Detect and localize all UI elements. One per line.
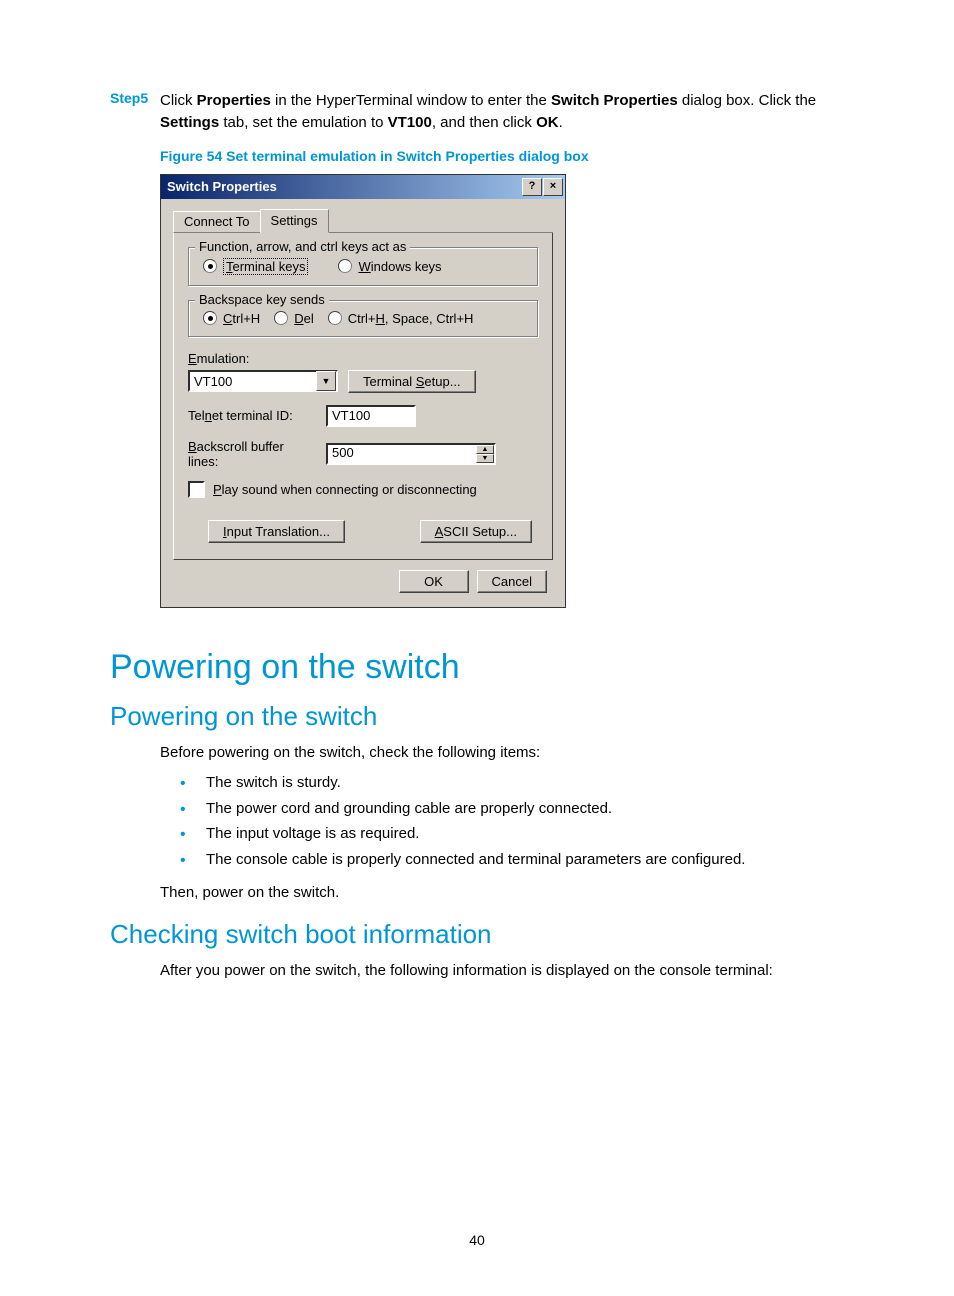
t: tab, set the emulation to	[219, 114, 387, 131]
radio-label: Ctrl+H, Space, Ctrl+H	[348, 311, 474, 326]
radio-icon	[274, 311, 288, 325]
list-item: The input voltage is as required.	[180, 821, 854, 847]
spinner-up-icon[interactable]: ▲	[476, 445, 494, 454]
spinner-value: 500	[332, 445, 354, 463]
backscroll-label: Backscroll buffer lines:	[188, 439, 316, 469]
t: in the HyperTerminal window to enter the	[271, 92, 551, 109]
tab-spacer	[329, 211, 553, 233]
input-translation-button[interactable]: Input Translation...	[208, 520, 345, 543]
figure-caption: Figure 54 Set terminal emulation in Swit…	[160, 148, 854, 164]
heading-1: Powering on the switch	[110, 648, 854, 687]
radio-terminal-keys[interactable]: Terminal keys	[203, 258, 308, 275]
t: OK	[536, 114, 559, 131]
radio-icon	[203, 311, 217, 325]
step-number: Step5	[110, 90, 160, 106]
backscroll-spinner[interactable]: 500 ▲ ▼	[326, 443, 496, 465]
button-label: Cancel	[492, 574, 532, 589]
after-text: After you power on the switch, the follo…	[160, 960, 854, 983]
telnet-id-label: Telnet terminal ID:	[188, 408, 316, 423]
t: Properties	[197, 92, 271, 109]
heading-2-powering: Powering on the switch	[110, 701, 854, 732]
dialog-titlebar: Switch Properties ? ×	[161, 175, 565, 199]
dialog-title: Switch Properties	[167, 179, 277, 194]
tab-settings[interactable]: Settings	[260, 209, 329, 233]
settings-panel: Function, arrow, and ctrl keys act as Te…	[173, 232, 553, 560]
then-text: Then, power on the switch.	[160, 882, 854, 905]
switch-properties-dialog: Switch Properties ? × Connect To Setting…	[160, 174, 566, 608]
t: Click	[160, 92, 197, 109]
tab-label: Settings	[271, 213, 318, 228]
t: VT100	[388, 114, 432, 131]
ascii-setup-button[interactable]: ASCII Setup...	[420, 520, 532, 543]
keys-act-as-group: Function, arrow, and ctrl keys act as Te…	[188, 247, 538, 286]
radio-del[interactable]: Del	[274, 311, 314, 326]
page-number: 40	[0, 1232, 954, 1248]
step-text: Click Properties in the HyperTerminal wi…	[160, 90, 854, 134]
tab-strip: Connect To Settings	[173, 209, 553, 233]
radio-label: Terminal keys	[223, 258, 308, 275]
list-item: The switch is sturdy.	[180, 770, 854, 796]
group-legend: Backspace key sends	[195, 292, 329, 307]
ok-button[interactable]: OK	[399, 570, 469, 593]
t: dialog box. Click the	[678, 92, 816, 109]
chevron-down-icon: ▼	[316, 371, 336, 391]
radio-label: Del	[294, 311, 314, 326]
check-list: The switch is sturdy. The power cord and…	[180, 770, 854, 872]
radio-icon	[338, 259, 352, 273]
radio-label: Windows keys	[358, 259, 441, 274]
cancel-button[interactable]: Cancel	[477, 570, 547, 593]
input-value: VT100	[332, 408, 370, 423]
heading-2-checking: Checking switch boot information	[110, 919, 854, 950]
tab-label: Connect To	[184, 214, 250, 229]
emulation-label: Emulation:	[188, 351, 538, 366]
spinner-down-icon[interactable]: ▼	[476, 454, 494, 463]
button-label: OK	[424, 574, 443, 589]
t: , and then click	[432, 114, 536, 131]
t: Settings	[160, 114, 219, 131]
list-item: The power cord and grounding cable are p…	[180, 796, 854, 822]
play-sound-checkbox[interactable]	[188, 481, 205, 498]
telnet-id-input[interactable]: VT100	[326, 405, 416, 427]
step5-instruction: Step5 Click Properties in the HyperTermi…	[110, 90, 854, 134]
t: Switch Properties	[551, 92, 678, 109]
intro-text: Before powering on the switch, check the…	[160, 742, 854, 765]
radio-ctrl-h-space[interactable]: Ctrl+H, Space, Ctrl+H	[328, 311, 474, 326]
list-item: The console cable is properly connected …	[180, 847, 854, 873]
radio-icon	[328, 311, 342, 325]
radio-label: Ctrl+H	[223, 311, 260, 326]
select-value: VT100	[194, 374, 232, 389]
terminal-setup-button[interactable]: Terminal Setup...	[348, 370, 476, 393]
close-button[interactable]: ×	[543, 178, 563, 196]
play-sound-label: Play sound when connecting or disconnect…	[213, 482, 477, 497]
group-legend: Function, arrow, and ctrl keys act as	[195, 239, 410, 254]
help-button[interactable]: ?	[522, 178, 542, 196]
radio-windows-keys[interactable]: Windows keys	[338, 259, 441, 274]
help-icon: ?	[529, 181, 536, 192]
backspace-group: Backspace key sends Ctrl+H Del Ctrl+H, S…	[188, 300, 538, 337]
emulation-select[interactable]: VT100 ▼	[188, 370, 338, 392]
t: .	[559, 114, 563, 131]
radio-icon	[203, 259, 217, 273]
radio-ctrl-h[interactable]: Ctrl+H	[203, 311, 260, 326]
close-icon: ×	[550, 181, 556, 192]
tab-connect-to[interactable]: Connect To	[173, 211, 260, 233]
